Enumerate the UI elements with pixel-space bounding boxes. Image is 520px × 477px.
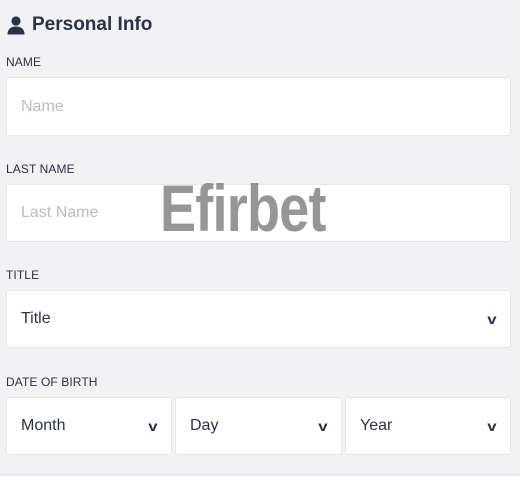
chevron-down-icon: v xyxy=(487,311,497,327)
month-select[interactable]: Month v xyxy=(6,397,172,455)
month-select-value: Month xyxy=(21,417,66,434)
last-name-label: LAST NAME xyxy=(6,162,75,176)
last-name-field-box xyxy=(6,184,511,242)
dob-label: DATE OF BIRTH xyxy=(6,375,98,389)
bottom-divider xyxy=(0,474,520,475)
day-select[interactable]: Day v xyxy=(175,397,342,455)
name-field-box xyxy=(6,77,511,136)
day-select-value: Day xyxy=(190,417,219,434)
title-select[interactable]: Title v xyxy=(6,290,511,348)
chevron-down-icon: v xyxy=(318,418,328,434)
chevron-down-icon: v xyxy=(487,418,497,434)
name-input[interactable] xyxy=(7,78,510,135)
name-label: NAME xyxy=(6,55,42,69)
chevron-down-icon: v xyxy=(148,418,158,434)
last-name-input[interactable] xyxy=(7,185,510,241)
year-select[interactable]: Year v xyxy=(345,397,511,455)
title-label: TITLE xyxy=(6,268,40,282)
section-header: Personal Info xyxy=(6,14,152,36)
person-icon xyxy=(7,16,25,35)
section-title: Personal Info xyxy=(32,14,153,35)
year-select-value: Year xyxy=(360,417,393,434)
title-select-value: Title xyxy=(21,310,51,327)
